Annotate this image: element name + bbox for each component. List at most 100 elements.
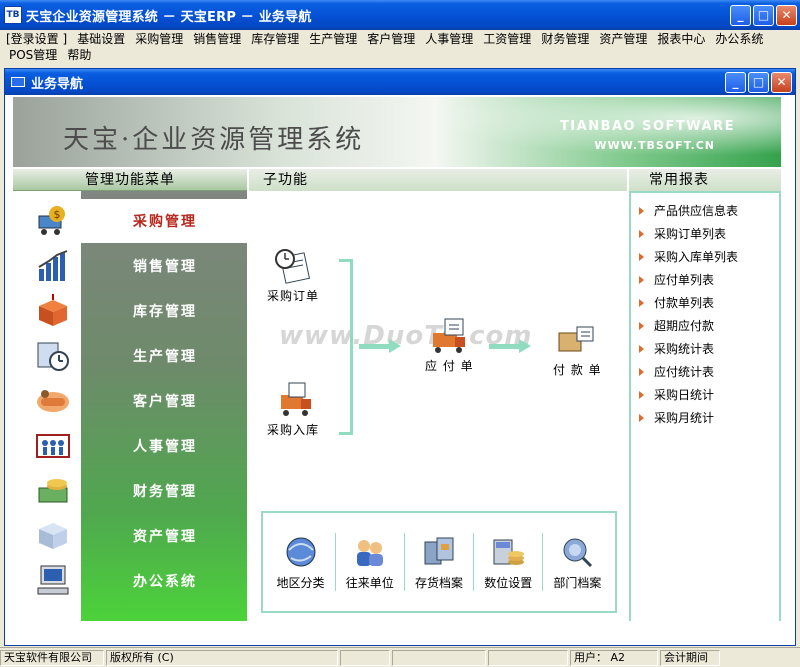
tool-separator [403,533,405,591]
bullet-arrow-icon [639,298,644,307]
left-menu-label: 生产管理 [133,349,197,365]
left-menu-personnel[interactable]: 人事管理 [13,424,247,468]
left-menu-label: 采购管理 [133,214,197,230]
tool-contacts[interactable]: 往来单位 [337,534,403,591]
banner-title: 天宝·企业资源管理系统 [63,125,365,155]
left-menu-purchase[interactable]: $ 采购管理 [25,199,247,243]
tool-label: 数位设置 [484,575,533,590]
inventory-box-icon [33,293,73,329]
payment-icon [558,326,594,352]
menu-assets[interactable]: 资产管理 [594,31,652,47]
asset-box-icon [33,518,73,554]
tool-stock-archive[interactable]: 存货档案 [406,534,472,591]
payable-item[interactable]: 应 付 单 [425,317,474,374]
left-menu-production[interactable]: 生产管理 [13,334,247,378]
payment-label: 付 款 单 [553,363,602,377]
report-link[interactable]: 采购统计表 [631,337,779,360]
sales-chart-icon [33,248,73,284]
menu-production[interactable]: 生产管理 [304,31,362,47]
report-link[interactable]: 应付单列表 [631,268,779,291]
tool-label: 存货档案 [414,575,463,590]
app-titlebar: TB 天宝企业资源管理系统 － 天宝ERP － 业务导航 _ □ ✕ [0,0,800,30]
menu-pos[interactable]: POS管理 [4,47,62,63]
left-menu-assets[interactable]: 资产管理 [13,514,247,558]
report-link[interactable]: 采购日统计 [631,383,779,406]
tool-digit-settings[interactable]: 数位设置 [475,534,541,591]
left-menu-sales[interactable]: 销售管理 [13,244,247,288]
bullet-arrow-icon [639,229,644,238]
left-menu-inventory[interactable]: 库存管理 [13,289,247,333]
bullet-arrow-icon [639,275,644,284]
left-menu-office[interactable]: 办公系统 [13,559,247,603]
report-link[interactable]: 采购订单列表 [631,222,779,245]
payment-item[interactable]: 付 款 单 [553,321,602,378]
tool-separator [473,533,475,591]
tool-separator [542,533,544,591]
common-reports-panel: 产品供应信息表 采购订单列表 采购入库单列表 应付单列表 付款单列表 超期应付款… [629,191,781,621]
purchase-receipt-item[interactable]: 采购入库 [267,381,319,438]
production-clock-icon [33,338,73,374]
report-link[interactable]: 采购入库单列表 [631,245,779,268]
tool-department-archive[interactable]: 部门档案 [544,534,610,591]
tool-label: 部门档案 [553,575,602,590]
bullet-arrow-icon [639,252,644,261]
menu-finance[interactable]: 财务管理 [536,31,594,47]
purchase-order-label: 采购订单 [267,289,320,303]
status-empty-2 [392,649,486,666]
finance-money-icon [33,473,73,509]
menu-sales[interactable]: 销售管理 [188,31,246,47]
menu-basic-settings[interactable]: 基础设置 [72,31,130,47]
purchase-receipt-icon [281,382,311,416]
menu-help[interactable]: 帮助 [62,47,96,63]
bullet-arrow-icon [639,367,644,376]
bullet-arrow-icon [639,206,644,215]
menu-payroll[interactable]: 工资管理 [478,31,536,47]
close-button[interactable]: ✕ [776,4,797,26]
maximize-button[interactable]: □ [753,4,774,26]
menu-office[interactable]: 办公系统 [710,31,768,47]
left-menu-label: 资产管理 [133,529,197,545]
menu-personnel[interactable]: 人事管理 [420,31,478,47]
menu-login-settings[interactable]: [登录设置 ] [4,31,72,47]
menu-inventory[interactable]: 库存管理 [246,31,304,47]
report-link[interactable]: 应付统计表 [631,360,779,383]
tool-label: 往来单位 [345,575,394,590]
report-link-label: 采购统计表 [654,342,715,356]
status-user: 用户： A2 [570,649,658,666]
status-empty-3 [488,649,568,666]
report-link-label: 采购订单列表 [654,227,727,241]
stock-archive-icon [424,537,454,564]
window-doc-icon [11,77,25,87]
report-link[interactable]: 采购月统计 [631,406,779,429]
report-link[interactable]: 付款单列表 [631,291,779,314]
svg-text:$: $ [54,208,61,221]
inner-close-button[interactable]: ✕ [771,71,792,93]
bullet-arrow-icon [639,413,644,422]
report-link-label: 采购月统计 [654,411,715,425]
purchase-order-item[interactable]: 采购订单 [267,247,319,304]
customer-handshake-icon [33,383,73,419]
inner-minimize-button[interactable]: _ [725,71,746,93]
menu-purchase[interactable]: 采购管理 [130,31,188,47]
report-link-label: 产品供应信息表 [654,204,739,218]
report-link[interactable]: 产品供应信息表 [631,199,779,222]
office-computer-icon [33,563,73,599]
left-menu-finance[interactable]: 财务管理 [13,469,247,513]
minimize-button[interactable]: _ [730,4,751,26]
menu-reports[interactable]: 报表中心 [652,31,710,47]
payable-icon [433,318,466,353]
purchase-order-icon [275,249,311,284]
menu-customer[interactable]: 客户管理 [362,31,420,47]
left-menu-customer[interactable]: 客户管理 [13,379,247,423]
report-link[interactable]: 超期应付款 [631,314,779,337]
tool-region-category[interactable]: 地区分类 [268,534,334,591]
personnel-people-icon [33,428,73,464]
banner-en-title: TIANBAO SOFTWARE [559,119,735,134]
banner-url: WWW.TBSOFT.CN [594,139,715,152]
purchase-receipt-label: 采购入库 [267,423,320,437]
left-menu-label: 销售管理 [133,259,197,275]
report-link-label: 应付单列表 [654,273,715,287]
app-logo-icon: TB [4,6,22,24]
bullet-arrow-icon [639,344,644,353]
inner-maximize-button[interactable]: □ [748,71,769,93]
